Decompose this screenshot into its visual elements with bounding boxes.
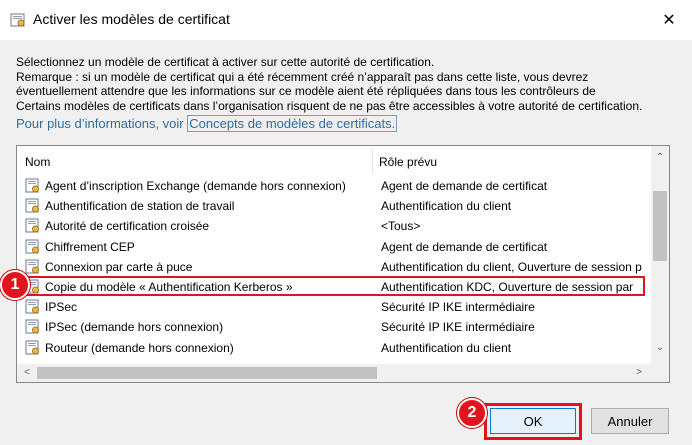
ok-button[interactable]: OK bbox=[490, 408, 576, 434]
certificate-template-icon bbox=[25, 319, 41, 335]
row-role: Sécurité IP IKE intermédiaire bbox=[381, 320, 535, 335]
certificate-template-icon bbox=[10, 13, 25, 27]
description-line: Sélectionnez un modèle de certificat à a… bbox=[16, 55, 435, 69]
column-separator[interactable] bbox=[372, 148, 373, 174]
certificate-template-icon bbox=[25, 299, 41, 315]
row-role: Authentification du client bbox=[381, 340, 512, 355]
list-row[interactable]: Agent d’inscription Exchange (demande ho… bbox=[17, 176, 649, 196]
row-name: Chiffrement CEP bbox=[45, 239, 135, 254]
step-badge-1: 1 bbox=[0, 270, 30, 300]
row-name: Authentification de station de travail bbox=[45, 199, 235, 214]
row-role: Agent de demande de certificat bbox=[381, 179, 548, 193]
list-row[interactable]: Copie du modèle « Authentification Kerbe… bbox=[17, 277, 649, 297]
list-row[interactable]: Authentification de station de travail Au… bbox=[17, 196, 649, 216]
horizontal-scroll-thumb[interactable] bbox=[37, 367, 377, 379]
step-badge-2: 2 bbox=[457, 398, 487, 428]
certificate-template-icon bbox=[25, 239, 41, 255]
certificate-template-icon bbox=[25, 218, 41, 234]
scroll-right-icon[interactable]: > bbox=[631, 367, 647, 378]
column-header-role[interactable]: Rôle prévu bbox=[379, 155, 437, 169]
list-row[interactable]: IPSec Sécurité IP IKE intermédiaire bbox=[17, 297, 649, 317]
certificate-template-icon bbox=[25, 340, 41, 356]
list-row[interactable]: Autorité de certification croisée <Tous> bbox=[17, 216, 649, 236]
row-name: Agent d’inscription Exchange (demande ho… bbox=[45, 179, 346, 193]
list-row[interactable]: IPSec (demande hors connexion) Sécurité I… bbox=[17, 317, 649, 337]
scroll-up-icon[interactable]: ⌃ bbox=[651, 152, 669, 168]
row-name: IPSec bbox=[45, 300, 78, 315]
row-name: IPSec (demande hors connexion) bbox=[45, 320, 224, 335]
certificate-template-icon bbox=[25, 178, 41, 194]
row-name: Autorité de certification croisée bbox=[45, 219, 210, 234]
close-button[interactable]: ✕ bbox=[646, 0, 692, 40]
row-role: Authentification du client bbox=[381, 199, 512, 214]
horizontal-scrollbar[interactable]: < > bbox=[17, 364, 669, 382]
certificate-template-icon bbox=[25, 259, 41, 275]
vertical-scrollbar[interactable]: ⌃ ⌄ bbox=[651, 146, 669, 364]
vertical-scroll-thumb[interactable] bbox=[653, 191, 667, 261]
cancel-button[interactable]: Annuler bbox=[591, 408, 669, 434]
description-text: Sélectionnez un modèle de certificat à a… bbox=[16, 55, 686, 113]
row-name: Routeur (demande hors connexion) bbox=[45, 340, 234, 355]
list-row[interactable]: Chiffrement CEP Agent de demande de certi… bbox=[17, 237, 649, 257]
row-role: Authentification du client, Ouverture de… bbox=[381, 259, 642, 274]
template-list[interactable]: Nom Rôle prévu Agent d’inscription Excha… bbox=[16, 145, 670, 383]
row-role: Agent de demande de certificat bbox=[381, 239, 548, 254]
more-info-prefix: Pour plus d’informations, voir bbox=[16, 116, 188, 131]
certificate-template-icon bbox=[25, 198, 41, 214]
row-name: Connexion par carte à puce bbox=[45, 259, 193, 274]
scroll-left-icon[interactable]: < bbox=[19, 367, 35, 378]
list-header: Nom Rôle prévu bbox=[17, 146, 649, 174]
concepts-link[interactable]: Concepts de modèles de certificats. bbox=[187, 115, 398, 132]
description-line: Certains modèles de certificats dans l’o… bbox=[16, 98, 643, 113]
description-line: éventuellement attendre que les informat… bbox=[16, 84, 596, 98]
description-line: Remarque : si un modèle de certificat qu… bbox=[16, 69, 589, 84]
row-role: <Tous> bbox=[381, 219, 421, 234]
column-header-name[interactable]: Nom bbox=[25, 155, 50, 169]
window-title: Activer les modèles de certificat bbox=[33, 11, 230, 27]
title-bar: Activer les modèles de certificat ✕ bbox=[0, 0, 692, 40]
more-info-text: Pour plus d’informations, voir Concepts … bbox=[16, 115, 398, 132]
row-role: Authentification KDC, Ouverture de sessi… bbox=[381, 280, 634, 294]
row-role: Sécurité IP IKE intermédiaire bbox=[381, 300, 535, 315]
scroll-corner bbox=[651, 364, 669, 382]
list-row[interactable]: Routeur (demande hors connexion) Authenti… bbox=[17, 338, 649, 358]
row-name: Copie du modèle « Authentification Kerbe… bbox=[45, 280, 293, 294]
list-row[interactable]: Connexion par carte à puce Authentificati… bbox=[17, 257, 649, 277]
close-icon: ✕ bbox=[662, 12, 676, 29]
scroll-down-icon[interactable]: ⌄ bbox=[651, 342, 669, 358]
